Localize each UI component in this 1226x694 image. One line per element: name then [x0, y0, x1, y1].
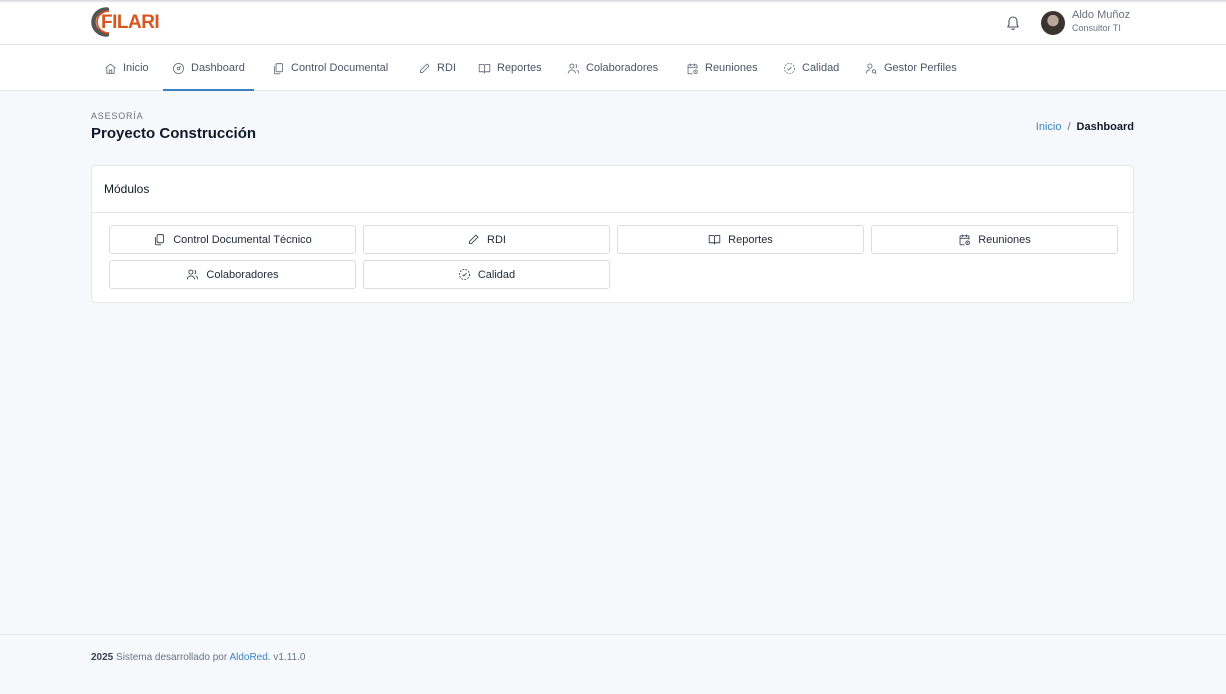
module-button-calidad[interactable]: Calidad — [363, 260, 610, 289]
footer-credit: Sistema desarrollado por — [116, 652, 228, 663]
documents-icon — [272, 62, 285, 75]
module-button-label: Reuniones — [978, 233, 1031, 246]
pencil-icon — [418, 62, 431, 75]
nav-item-reportes[interactable]: Reportes — [478, 45, 542, 91]
bell-icon[interactable] — [1006, 15, 1020, 31]
modules-card-title: Módulos — [92, 166, 1133, 213]
nav-item-control-documental[interactable]: Control Documental — [272, 45, 388, 91]
breadcrumb-current: Dashboard — [1076, 121, 1134, 133]
documents-icon — [153, 233, 166, 246]
nav-item-label: Colaboradores — [586, 62, 659, 74]
module-button-colaboradores[interactable]: Colaboradores — [109, 260, 356, 289]
footer-version: . v1.11.0 — [267, 652, 306, 663]
nav-item-dashboard[interactable]: Dashboard — [163, 45, 254, 91]
calendar-icon — [686, 62, 699, 75]
users-icon — [567, 62, 580, 75]
footer: 2025 Sistema desarrollado por AldoRed. v… — [0, 634, 1226, 694]
book-icon — [478, 62, 491, 75]
breadcrumb: Inicio / Dashboard — [1036, 121, 1134, 133]
footer-year: 2025 — [91, 652, 114, 663]
users-icon — [186, 268, 199, 281]
logo-text: FILARI — [101, 12, 160, 33]
user-name: Aldo Muñoz — [1072, 9, 1131, 21]
module-button-label: Control Documental Técnico — [173, 233, 312, 246]
module-button-control-documental[interactable]: Control Documental Técnico — [109, 225, 356, 254]
nav-item-label: Inicio — [123, 62, 149, 74]
module-button-reportes[interactable]: Reportes — [617, 225, 864, 254]
user-role: Consultor TI — [1072, 23, 1121, 33]
avatar[interactable] — [1041, 11, 1065, 35]
breadcrumb-separator: / — [1067, 121, 1071, 133]
dashboard-icon — [172, 62, 185, 75]
nav-item-label: Dashboard — [191, 62, 245, 74]
nav-item-gestor-perfiles[interactable]: Gestor Perfiles — [865, 45, 957, 91]
section-label: ASESORÍA — [91, 111, 144, 121]
nav-item-label: RDI — [437, 62, 456, 74]
nav-item-calidad[interactable]: Calidad — [783, 45, 839, 91]
top-bar: FILARI Aldo Muñoz Consultor TI — [0, 0, 1226, 45]
home-icon — [104, 62, 117, 75]
module-button-label: Reportes — [728, 233, 773, 246]
nav-item-label: Calidad — [802, 62, 840, 74]
brand-logo[interactable]: FILARI — [90, 6, 160, 38]
main-nav: Inicio Dashboard Control Documental RDI … — [0, 45, 1226, 91]
module-button-label: RDI — [487, 233, 506, 246]
nav-item-label: Reuniones — [705, 62, 758, 74]
footer-author-link[interactable]: AldoRed — [229, 652, 267, 663]
nav-item-label: Control Documental — [291, 62, 389, 74]
pencil-icon — [467, 233, 480, 246]
module-button-rdi[interactable]: RDI — [363, 225, 610, 254]
nav-item-inicio[interactable]: Inicio — [104, 45, 149, 91]
nav-item-label: Reportes — [497, 62, 542, 74]
module-button-label: Calidad — [477, 268, 516, 281]
module-button-reuniones[interactable]: Reuniones — [871, 225, 1118, 254]
nav-item-reuniones[interactable]: Reuniones — [686, 45, 758, 91]
nav-item-rdi[interactable]: RDI — [418, 45, 456, 91]
breadcrumb-home-link[interactable]: Inicio — [1036, 121, 1062, 133]
modules-card: Módulos Control Documental Técnico RDI R… — [91, 165, 1134, 303]
book-icon — [708, 233, 721, 246]
nav-item-label: Gestor Perfiles — [884, 62, 957, 74]
badge-check-icon — [783, 62, 796, 75]
footer-text: 2025 Sistema desarrollado por AldoRed. v… — [91, 652, 305, 663]
module-button-label: Colaboradores — [206, 268, 279, 281]
user-search-icon — [865, 62, 878, 75]
calendar-icon — [958, 233, 971, 246]
nav-item-colaboradores[interactable]: Colaboradores — [567, 45, 658, 91]
page-title: Proyecto Construcción — [91, 125, 257, 142]
badge-check-icon — [458, 268, 471, 281]
